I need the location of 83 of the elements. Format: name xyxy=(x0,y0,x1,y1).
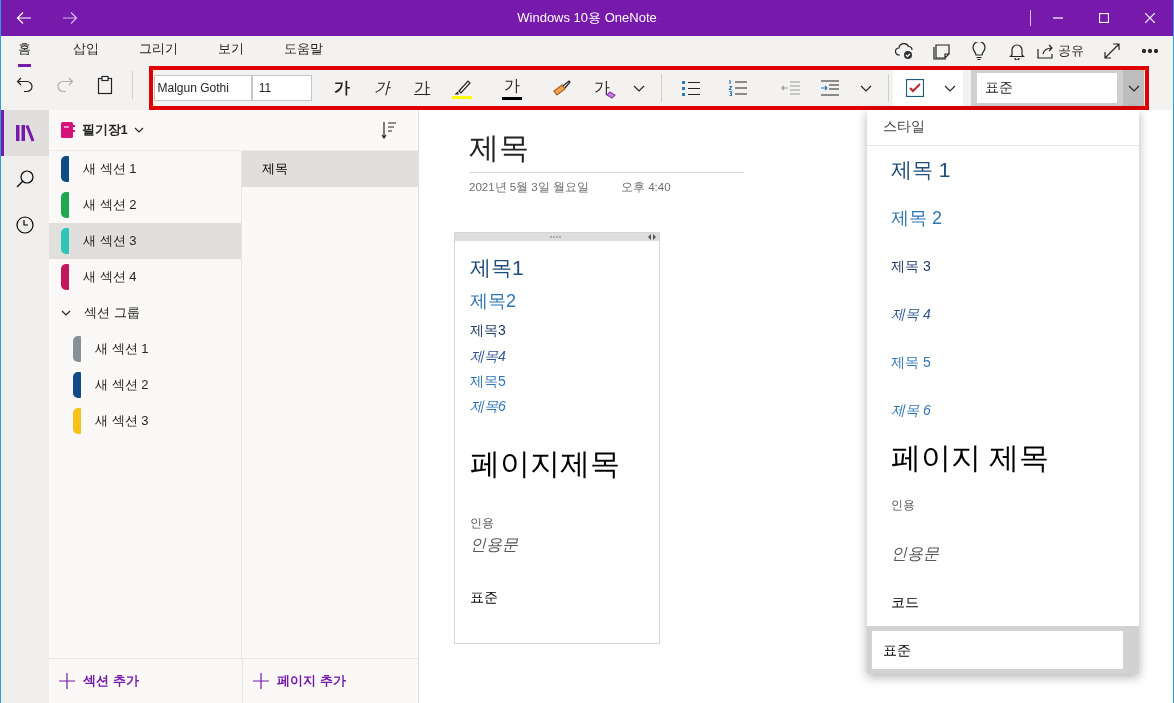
sticky-note-icon[interactable] xyxy=(933,42,951,60)
clock-icon[interactable] xyxy=(16,216,34,234)
notebook-icon xyxy=(61,122,75,138)
checkbox-tag-icon[interactable] xyxy=(906,79,925,97)
font-color-button[interactable]: 가 xyxy=(482,71,543,105)
underline-button[interactable]: 가 xyxy=(402,71,443,105)
section-item[interactable]: 새 섹션 2 xyxy=(49,367,242,403)
style-option[interactable]: 제목 2 xyxy=(867,194,1139,242)
note-line[interactable]: 제목3 xyxy=(470,317,659,344)
page-date: 2021년 5월 3일 월요일 xyxy=(469,180,589,195)
section-item[interactable]: 새 섹션 2 xyxy=(49,187,242,223)
close-icon[interactable] xyxy=(1145,13,1155,23)
sort-icon[interactable] xyxy=(381,121,397,139)
lightbulb-icon[interactable] xyxy=(972,42,987,60)
share-icon xyxy=(1036,43,1055,59)
bullet-list-icon[interactable] xyxy=(681,80,702,96)
numbered-list-icon[interactable] xyxy=(728,79,749,97)
note-line[interactable]: 표준 xyxy=(470,586,659,608)
note-line[interactable]: 제목1 xyxy=(470,251,659,286)
add-page-button[interactable]: 페이지 추가 xyxy=(243,659,346,703)
note-line[interactable]: 제목5 xyxy=(470,369,659,394)
notebooks-icon[interactable] xyxy=(15,124,35,142)
section-item[interactable]: 새 섹션 1 xyxy=(49,151,242,187)
drag-handle-icon[interactable] xyxy=(550,236,562,239)
page-title[interactable]: 제목 xyxy=(469,128,744,173)
ribbon-tab[interactable]: 삽입 xyxy=(73,35,100,67)
paintbrush-icon[interactable] xyxy=(552,79,573,97)
more-icon[interactable] xyxy=(1141,49,1158,53)
expand-icon[interactable] xyxy=(1104,43,1121,59)
style-option[interactable]: 제목 4 xyxy=(867,290,1139,338)
ribbon-tab[interactable]: 보기 xyxy=(218,35,245,67)
bold-button[interactable]: 가 xyxy=(322,71,363,105)
chevron-down-icon xyxy=(61,308,71,318)
section-item[interactable]: 새 섹션 3 xyxy=(49,403,242,439)
section-item[interactable]: 새 섹션 1 xyxy=(49,331,242,367)
style-option[interactable]: 코드 xyxy=(867,578,1139,626)
share-button[interactable]: 공유 xyxy=(1036,36,1084,66)
note-line[interactable]: 제목6 xyxy=(470,393,659,420)
style-option[interactable]: 제목 3 xyxy=(867,242,1139,290)
italic-button[interactable]: 가 xyxy=(362,71,403,105)
style-field[interactable]: 표준 xyxy=(977,73,1118,103)
forward-arrow-icon[interactable] xyxy=(62,11,78,25)
style-option[interactable]: 페이지 제목 xyxy=(867,434,1139,482)
note-line[interactable]: 제목4 xyxy=(470,343,659,370)
notebook-switcher[interactable]: 필기장1 xyxy=(49,115,145,145)
style-option[interactable]: 인용문 xyxy=(867,530,1139,578)
style-option[interactable]: 제목 1 xyxy=(867,146,1139,194)
back-arrow-icon[interactable] xyxy=(16,11,32,25)
chevron-down-icon[interactable] xyxy=(632,84,645,92)
plus-icon xyxy=(253,673,269,689)
page-time: 오후 4:40 xyxy=(620,180,671,195)
clipboard-icon[interactable] xyxy=(96,75,113,95)
note-line[interactable]: 제목2 xyxy=(470,285,659,318)
font-size-field[interactable]: 11 xyxy=(251,75,313,101)
note-line[interactable]: 인용 xyxy=(470,515,659,533)
indent-icon[interactable] xyxy=(819,80,840,96)
ribbon-tab[interactable]: 도움말 xyxy=(284,35,324,67)
ribbon-tab[interactable]: 그리기 xyxy=(139,35,179,67)
section-item[interactable]: 새 섹션 3 xyxy=(49,223,242,259)
style-option[interactable]: 제목 6 xyxy=(867,386,1139,434)
font-field[interactable]: Malgun Gothi xyxy=(153,75,252,101)
style-option[interactable]: 제목 5 xyxy=(867,338,1139,386)
window-title: Windows 10용 OneNote xyxy=(517,10,657,25)
chevron-down-icon[interactable] xyxy=(859,84,872,92)
chevron-down-icon xyxy=(134,127,145,133)
note-line[interactable]: 페이지제목 xyxy=(470,445,659,484)
plus-icon xyxy=(59,673,75,689)
clear-format-button[interactable]: 가 xyxy=(582,71,623,105)
chevron-down-icon[interactable] xyxy=(1127,84,1140,92)
note-line[interactable]: 인용문 xyxy=(470,532,659,557)
search-icon[interactable] xyxy=(16,170,34,188)
section-item[interactable]: 새 섹션 4 xyxy=(49,259,242,295)
page-item[interactable]: 제목 xyxy=(242,151,418,187)
resize-arrows-icon[interactable] xyxy=(648,234,656,241)
bell-icon[interactable] xyxy=(1008,42,1025,60)
section-group-item[interactable]: 섹션 그룹 xyxy=(49,295,242,331)
style-option[interactable]: 인용 xyxy=(867,482,1139,530)
chevron-down-icon[interactable] xyxy=(944,84,957,92)
cloud-sync-icon[interactable] xyxy=(894,42,915,60)
maximize-icon[interactable] xyxy=(1099,13,1109,23)
style-option[interactable]: 표준 xyxy=(867,626,1139,674)
add-section-button[interactable]: 섹션 추가 xyxy=(49,659,243,703)
undo-icon[interactable] xyxy=(15,76,34,94)
